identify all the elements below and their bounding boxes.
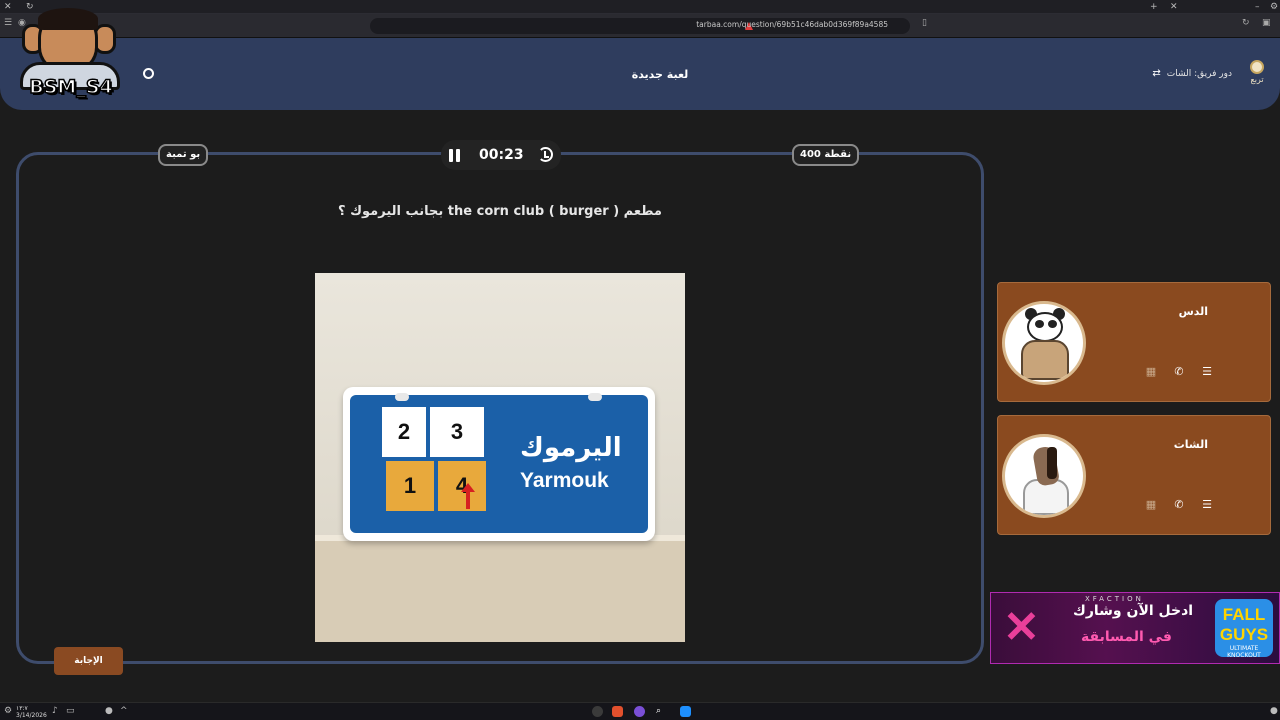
minimize-icon[interactable]: – bbox=[1255, 1, 1260, 13]
answer-button[interactable]: الإجابة bbox=[54, 647, 123, 675]
timer: 00:23 bbox=[441, 140, 561, 170]
promo-logo-subtitle: ULTIMATE KNOCKOUT bbox=[1227, 645, 1261, 659]
app-header: لعبة جديدة دور فريق: الشات ⇄ تربع bbox=[0, 38, 1280, 110]
system-clock: ١٣:٧ 3/14/2026 bbox=[16, 705, 47, 719]
horse-icon bbox=[1002, 434, 1086, 518]
volume-icon[interactable]: ♪ bbox=[52, 706, 58, 717]
chevron-up-icon[interactable]: ^ bbox=[120, 706, 128, 717]
sign-hole bbox=[588, 393, 602, 401]
block-tile-2: 2 bbox=[382, 407, 426, 457]
sign-arabic-text: اليرموك bbox=[520, 433, 622, 463]
team-name: الدس bbox=[1178, 305, 1208, 318]
fall-guys-logo: FALL GUYS ULTIMATE KNOCKOUT bbox=[1215, 599, 1273, 659]
turn-label: دور فريق: الشات bbox=[1166, 68, 1232, 79]
extensions-icon[interactable]: ▣ bbox=[1262, 18, 1271, 28]
swap-icon[interactable]: ▦ bbox=[1144, 365, 1158, 379]
points-badge: 400 نقطة bbox=[792, 144, 860, 166]
taskbar: ⚙ ١٣:٧ 3/14/2026 ♪ ▭ ● ^ ⌕ ● bbox=[0, 702, 1280, 720]
image-shelf bbox=[315, 535, 685, 642]
streamer-name: BSM_S4 bbox=[29, 75, 114, 99]
streamer-hair bbox=[38, 8, 98, 30]
clock-date: 3/14/2026 bbox=[16, 712, 47, 719]
promo-banner: ✕ XFACTION ادخل الآن وشارك في المسابقة F… bbox=[990, 592, 1280, 664]
promo-line-2: في المسابقة bbox=[1081, 629, 1172, 645]
team-card-1: الدس ▦ ✆ ☰ bbox=[997, 282, 1271, 402]
close-window-icon[interactable]: ✕ bbox=[1170, 1, 1178, 13]
question-image: 2 3 1 4 اليرموك Yarmouk bbox=[315, 273, 685, 642]
refresh-icon[interactable]: ↻ bbox=[1242, 18, 1250, 28]
phone-icon[interactable]: ✆ bbox=[1172, 498, 1186, 512]
mic-icon[interactable]: ● bbox=[105, 706, 113, 717]
promo-logo-title: FALL GUYS bbox=[1219, 605, 1269, 644]
list-icon[interactable]: ☰ bbox=[1200, 365, 1214, 379]
site-logo[interactable]: تربع bbox=[1246, 60, 1268, 90]
search-icon[interactable]: ⌕ bbox=[656, 706, 661, 717]
team-name: الشات bbox=[1173, 438, 1208, 451]
new-tab-icon[interactable]: + bbox=[1150, 1, 1158, 13]
settings-icon[interactable]: ⚙ bbox=[4, 706, 12, 717]
question-text: مطعم ( burger ) the corn club بجانب الير… bbox=[338, 204, 662, 219]
mic-taskbar-icon[interactable]: ● bbox=[1270, 706, 1278, 717]
bookmark-icon[interactable]: ▯ bbox=[922, 18, 927, 28]
url-field[interactable]: tarbaa.com/question/69b51c46dab0d369f89a… bbox=[370, 18, 910, 34]
discord-icon[interactable] bbox=[634, 706, 645, 717]
pause-icon[interactable] bbox=[449, 149, 461, 162]
logo-text: تربع bbox=[1250, 75, 1264, 84]
promo-brand: XFACTION bbox=[1085, 595, 1144, 603]
panda-icon bbox=[1002, 301, 1086, 385]
address-bar: ☰ ◉ tarbaa.com/question/69b51c46dab0d369… bbox=[0, 14, 1280, 38]
turn-indicator: دور فريق: الشات ⇄ bbox=[1152, 68, 1232, 79]
team-badge: بو تمبة bbox=[158, 144, 209, 166]
promo-line-1: ادخل الآن وشارك bbox=[1073, 603, 1194, 619]
team-card-2: الشات ▦ ✆ ☰ bbox=[997, 415, 1271, 535]
reset-timer-icon[interactable] bbox=[538, 147, 553, 162]
swap-icon[interactable]: ▦ bbox=[1144, 498, 1158, 512]
street-sign-face: 2 3 1 4 اليرموك Yarmouk bbox=[350, 393, 648, 533]
network-icon[interactable]: ▭ bbox=[66, 706, 75, 717]
browser-tab-bar: ✕ ↻ + ✕ – ⚙ bbox=[0, 0, 1280, 14]
sign-hole bbox=[395, 393, 409, 401]
clock-time: ١٣:٧ bbox=[16, 705, 28, 712]
arrow-up-icon bbox=[461, 483, 475, 509]
settings-icon[interactable]: ⚙ bbox=[1270, 1, 1278, 13]
block-tile-1: 1 bbox=[386, 461, 434, 511]
xfaction-logo-icon: ✕ bbox=[1003, 603, 1040, 652]
team-tools: ▦ ✆ ☰ bbox=[1144, 365, 1214, 379]
shuffle-icon[interactable]: ⇄ bbox=[1152, 68, 1160, 79]
list-icon[interactable]: ☰ bbox=[1200, 498, 1214, 512]
app-icon-1[interactable] bbox=[592, 706, 603, 717]
globe-icon[interactable] bbox=[143, 68, 154, 79]
phone-icon[interactable]: ✆ bbox=[1172, 365, 1186, 379]
windows-start-icon[interactable] bbox=[680, 706, 691, 717]
team-tools: ▦ ✆ ☰ bbox=[1144, 498, 1214, 512]
url-text: tarbaa.com/question/69b51c46dab0d369f89a… bbox=[696, 20, 888, 29]
page-title: لعبة جديدة bbox=[631, 68, 689, 81]
brave-icon[interactable] bbox=[612, 706, 623, 717]
block-tile-3: 3 bbox=[430, 407, 484, 457]
sign-english-text: Yarmouk bbox=[520, 469, 609, 492]
logo-head-icon bbox=[1250, 60, 1264, 74]
street-sign: 2 3 1 4 اليرموك Yarmouk bbox=[343, 387, 655, 541]
streamer-overlay: BSM_S4 bbox=[6, 6, 134, 106]
timer-value: 00:23 bbox=[479, 147, 524, 163]
